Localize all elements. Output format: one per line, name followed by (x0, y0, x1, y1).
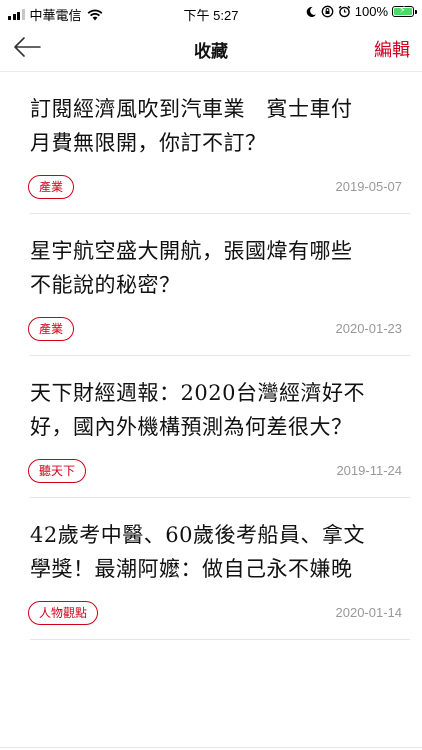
cellular-signal-icon (8, 9, 25, 20)
status-right: 100% ⚡ (305, 4, 417, 19)
edit-button[interactable]: 編輯 (374, 36, 410, 62)
article-item[interactable]: 42歲考中醫、60歲後考船員、拿文 學獎！最潮阿嬤：做自己永不嫌晚 人物觀點 2… (28, 498, 410, 640)
article-title[interactable]: 天下財經週報：2020台灣經濟好不 好，國內外機構預測為何差很大？ (30, 376, 402, 444)
article-item[interactable]: 訂閱經濟風吹到汽車業 賓士車付 月費無限開，你訂不訂？ 產業 2019-05-0… (28, 72, 410, 214)
article-title-line: 學獎！最潮阿嬤：做自己永不嫌晚 (30, 557, 353, 581)
article-item[interactable]: 天下財經週報：2020台灣經濟好不 好，國內外機構預測為何差很大？ 聽天下 20… (28, 356, 410, 498)
status-bar: 中華電信 下午 5:27 100% ⚡ (0, 0, 422, 26)
article-title-line: 月費無限開，你訂不訂？ (30, 131, 267, 155)
bookmark-list: 訂閱經濟風吹到汽車業 賓士車付 月費無限開，你訂不訂？ 產業 2019-05-0… (0, 72, 422, 640)
status-left: 中華電信 (8, 5, 103, 24)
battery-icon: ⚡ (392, 5, 417, 17)
battery-percent: 100% (354, 4, 388, 19)
category-tag[interactable]: 產業 (28, 317, 75, 341)
article-item[interactable]: 星宇航空盛大開航，張國煒有哪些 不能說的秘密？ 產業 2020-01-23 (28, 214, 410, 356)
article-date: 2020-01-14 (335, 605, 403, 620)
article-title[interactable]: 訂閱經濟風吹到汽車業 賓士車付 月費無限開，你訂不訂？ (30, 92, 402, 160)
article-title-line: 好，國內外機構預測為何差很大？ (30, 415, 353, 439)
rotation-lock-icon (321, 5, 334, 18)
article-title-line: 不能說的秘密？ (30, 273, 181, 297)
article-date: 2019-11-24 (336, 463, 402, 478)
article-date: 2020-01-23 (335, 321, 403, 336)
wifi-icon (87, 9, 102, 20)
moon-icon (306, 6, 316, 17)
bottom-divider (0, 747, 422, 748)
article-title[interactable]: 42歲考中醫、60歲後考船員、拿文 學獎！最潮阿嬤：做自己永不嫌晚 (30, 518, 402, 586)
article-title-line: 訂閱經濟風吹到汽車業 賓士車付 (30, 97, 353, 121)
page-title: 收藏 (194, 42, 228, 62)
article-date: 2019-05-07 (335, 179, 403, 194)
category-tag[interactable]: 人物觀點 (28, 601, 99, 625)
article-title-line: 星宇航空盛大開航，張國煒有哪些 (30, 239, 353, 263)
article-title-line: 42歲考中醫、60歲後考船員、拿文 (30, 523, 365, 547)
article-title[interactable]: 星宇航空盛大開航，張國煒有哪些 不能說的秘密？ (30, 234, 402, 302)
article-title-line: 天下財經週報：2020台灣經濟好不 (30, 381, 365, 405)
back-button[interactable] (12, 32, 42, 62)
category-tag[interactable]: 聽天下 (28, 459, 87, 483)
navigation-bar: 收藏 編輯 (0, 26, 422, 72)
carrier-label: 中華電信 (29, 8, 82, 23)
category-tag[interactable]: 產業 (28, 175, 75, 199)
alarm-icon (338, 5, 351, 18)
arrow-left-icon (14, 37, 41, 57)
